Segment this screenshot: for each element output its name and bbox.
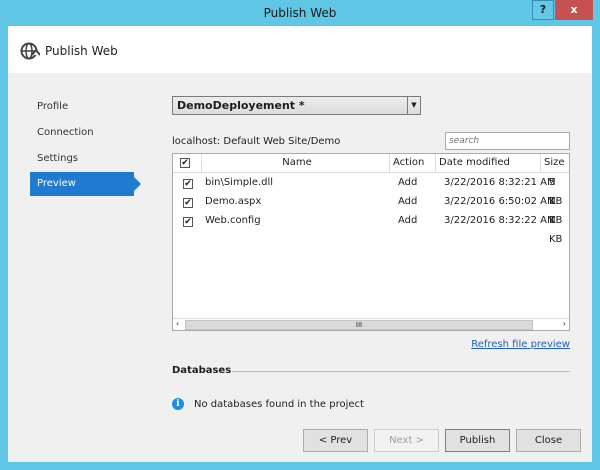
table-row[interactable]: ✔ Web.config Add 3/22/2016 8:32:22 AM 1 …	[173, 211, 569, 245]
row-checkbox[interactable]: ✔	[183, 179, 193, 189]
sidebar-item-preview[interactable]: Preview	[30, 172, 141, 196]
row-checkbox[interactable]: ✔	[183, 198, 193, 208]
select-all-header: ✔	[173, 154, 202, 173]
header-title: Publish Web	[45, 44, 118, 58]
file-name: Web.config	[205, 215, 261, 226]
info-icon: i	[172, 398, 184, 410]
search-input[interactable]	[445, 132, 570, 150]
file-date: 3/22/2016 8:32:21 AM	[444, 177, 556, 188]
help-button[interactable]: ?	[532, 0, 554, 20]
profile-select[interactable]: DemoDeployement * ▼	[172, 96, 421, 115]
file-action: Add	[398, 196, 418, 207]
sidebar-item-profile[interactable]: Profile	[37, 101, 68, 112]
close-button[interactable]: Close	[516, 429, 581, 452]
databases-message: No databases found in the project	[194, 399, 364, 410]
databases-heading: Databases	[172, 365, 232, 376]
prev-button[interactable]: < Prev	[303, 429, 368, 452]
scrollbar-thumb[interactable]: III	[185, 320, 533, 330]
sidebar-item-connection[interactable]: Connection	[37, 127, 94, 138]
table-row[interactable]: ✔ bin\Simple.dll Add 3/22/2016 8:32:21 A…	[173, 173, 569, 207]
globe-publish-icon	[20, 42, 40, 60]
close-window-button[interactable]: x	[555, 0, 593, 20]
sidebar-item-settings[interactable]: Settings	[37, 153, 78, 164]
file-size: 1 KB	[549, 215, 563, 245]
file-preview-table: ✔ Name Action Date modified Size ✔ bin\S…	[172, 153, 570, 331]
table-row[interactable]: ✔ Demo.aspx Add 3/22/2016 6:50:02 AM 1 K…	[173, 192, 569, 226]
chevron-down-icon[interactable]: ▼	[407, 97, 420, 114]
file-date: 3/22/2016 6:50:02 AM	[444, 196, 556, 207]
column-header-date[interactable]: Date modified	[436, 154, 541, 173]
next-button[interactable]: Next >	[374, 429, 439, 452]
scroll-left-icon[interactable]: ‹	[176, 319, 179, 328]
target-path: localhost: Default Web Site/Demo	[172, 136, 341, 147]
scroll-right-icon[interactable]: ›	[563, 319, 566, 328]
file-name: Demo.aspx	[205, 196, 262, 207]
refresh-file-preview-link[interactable]: Refresh file preview	[471, 339, 570, 350]
row-checkbox[interactable]: ✔	[183, 217, 193, 227]
file-date: 3/22/2016 8:32:22 AM	[444, 215, 556, 226]
window-title: Publish Web	[263, 6, 337, 20]
column-header-action[interactable]: Action	[390, 154, 436, 173]
file-action: Add	[398, 177, 418, 188]
file-action: Add	[398, 215, 418, 226]
divider	[232, 371, 570, 372]
horizontal-scrollbar[interactable]: ‹ III ›	[173, 318, 569, 330]
file-name: bin\Simple.dll	[205, 177, 274, 188]
column-header-name[interactable]: Name	[202, 154, 390, 173]
publish-button[interactable]: Publish	[445, 429, 510, 452]
select-all-checkbox[interactable]: ✔	[180, 158, 190, 168]
profile-select-value: DemoDeployement *	[177, 99, 305, 112]
column-header-size[interactable]: Size	[541, 154, 569, 173]
